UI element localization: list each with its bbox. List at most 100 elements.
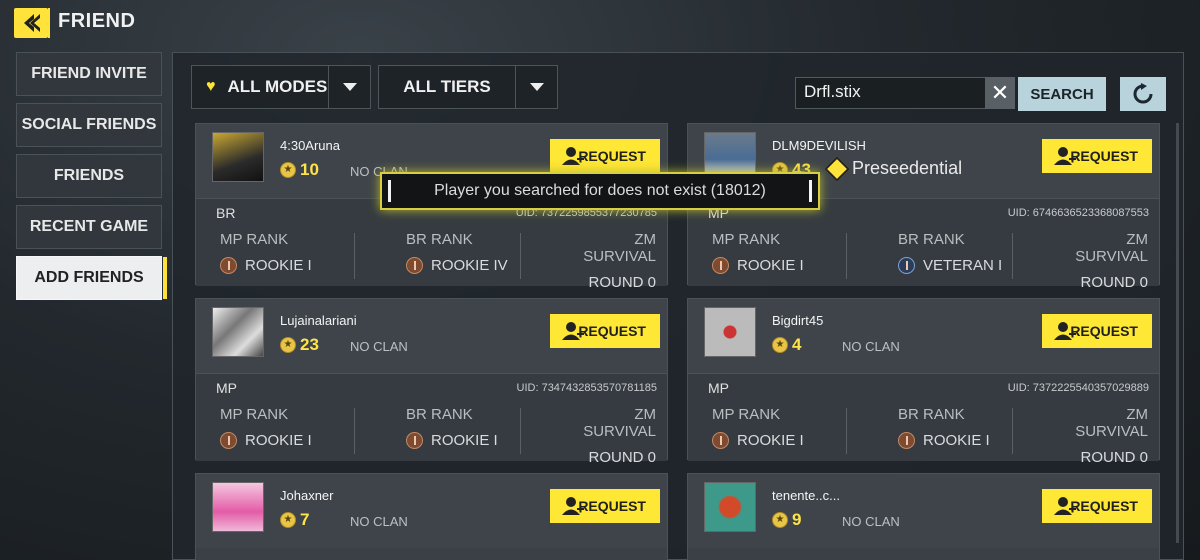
request-button[interactable]: REQUEST [550,314,660,348]
zm-survival-value: ROUND 0 [1080,449,1148,466]
rookie-rank-icon [406,257,423,274]
chevron-down-icon [328,66,370,108]
br-rank-value: VETERAN I [923,257,1003,274]
player-name: 4:30Aruna [280,138,340,153]
clear-search-icon[interactable]: ✕ [985,77,1015,109]
rookie-rank-icon [406,432,423,449]
add-user-icon [562,497,584,515]
request-button[interactable]: REQUEST [1042,139,1152,173]
player-level: 4 [792,335,802,354]
request-button[interactable]: REQUEST [550,139,660,173]
sidebar-item-friend-invite[interactable]: FRIEND INVITE [16,52,162,96]
refresh-button[interactable] [1120,77,1166,111]
mp-rank-value: ROOKIE I [245,432,312,449]
heart-icon: ♥ [206,78,216,95]
player-card: Bigdirt45 ★ 4 NO CLAN REQUEST MP UID: 73… [687,298,1160,466]
br-rank-header: BR RANK [406,406,473,423]
mp-rank-header: MP RANK [712,406,781,423]
player-card: Johaxner ★ 7 NO CLAN REQUEST [195,473,668,560]
request-button[interactable]: REQUEST [1042,489,1152,523]
clan-name: Preseedential [852,158,963,178]
sidebar-item-friends[interactable]: FRIENDS [16,154,162,198]
request-label: REQUEST [578,323,646,339]
clan-badge-icon [824,156,850,182]
avatar [212,307,264,357]
request-label: REQUEST [1070,323,1138,339]
star-icon: ★ [772,512,788,528]
zm-survival-header: ZM SURVIVAL [1075,406,1148,440]
search-input[interactable]: Drfl.stix [795,77,987,109]
divider [520,408,521,454]
back-button[interactable] [14,8,48,38]
add-user-icon [562,147,584,165]
avatar [212,132,264,182]
modes-dropdown[interactable]: ♥ ALL MODES [191,65,371,109]
request-label: REQUEST [1070,148,1138,164]
zm-survival-value: ROUND 0 [588,449,656,466]
br-rank-header: BR RANK [406,231,473,248]
sidebar-item-social-friends[interactable]: SOCIAL FRIENDS [16,103,162,147]
player-uid: UID: 6746636523368087553 [1007,207,1149,219]
avatar [212,482,264,532]
rookie-rank-icon [712,432,729,449]
rookie-rank-icon [220,432,237,449]
sidebar: FRIEND INVITE SOCIAL FRIENDS FRIENDS REC… [16,52,167,307]
add-user-icon [562,322,584,340]
divider [846,233,847,279]
main-panel: ♥ ALL MODES ALL TIERS Drfl.stix ✕ SEARCH… [172,52,1184,560]
rookie-rank-icon [220,257,237,274]
player-level: 9 [792,510,802,529]
page-title: FRIEND [58,10,136,32]
avatar [704,482,756,532]
search-button[interactable]: SEARCH [1018,77,1106,111]
player-level: 7 [300,510,310,529]
player-name: Johaxner [280,488,334,503]
player-uid: UID: 7347432853570781185 [516,382,657,394]
veteran-rank-icon [898,257,915,274]
mp-rank-header: MP RANK [220,231,289,248]
divider [1012,408,1013,454]
mp-rank-header: MP RANK [712,231,781,248]
sidebar-item-add-friends[interactable]: ADD FRIENDS [16,256,167,300]
request-button[interactable]: REQUEST [1042,314,1152,348]
star-icon: ★ [280,512,296,528]
add-user-icon [1054,147,1076,165]
mode-label: MP [708,380,729,396]
br-rank-value: ROOKIE IV [431,257,508,274]
mp-rank-value: ROOKIE I [245,257,312,274]
br-rank-value: ROOKIE I [923,432,990,449]
player-name: Lujainalariani [280,313,357,328]
player-name: Bigdirt45 [772,313,824,328]
avatar [704,307,756,357]
scrollbar[interactable] [1176,123,1179,543]
br-rank-value: ROOKIE I [431,432,498,449]
tiers-dropdown[interactable]: ALL TIERS [378,65,558,109]
zm-survival-header: ZM SURVIVAL [583,406,656,440]
modes-dropdown-label: ALL MODES [227,77,328,96]
mode-label: BR [216,205,236,221]
clan-name: NO CLAN [842,339,900,354]
chevron-down-icon [515,66,557,108]
zm-survival-header: ZM SURVIVAL [1075,231,1148,265]
request-label: REQUEST [1070,498,1138,514]
divider [354,408,355,454]
br-rank-header: BR RANK [898,406,965,423]
player-uid: UID: 7372225540357029889 [1007,382,1149,394]
player-name: tenente..c... [772,488,840,503]
rookie-rank-icon [712,257,729,274]
mp-rank-value: ROOKIE I [737,432,804,449]
mp-rank-header: MP RANK [220,406,289,423]
request-button[interactable]: REQUEST [550,489,660,523]
star-icon: ★ [280,337,296,353]
error-toast: Player you searched for does not exist (… [380,172,820,210]
player-level: 23 [300,335,319,354]
divider [1012,233,1013,279]
clan-name: NO CLAN [350,339,408,354]
br-rank-header: BR RANK [898,231,965,248]
zm-survival-value: ROUND 0 [1080,274,1148,291]
refresh-icon [1133,83,1153,104]
sidebar-item-recent-game[interactable]: RECENT GAME [16,205,162,249]
clan-name: NO CLAN [350,514,408,529]
clan-name: NO CLAN [842,514,900,529]
zm-survival-header: ZM SURVIVAL [583,231,656,265]
